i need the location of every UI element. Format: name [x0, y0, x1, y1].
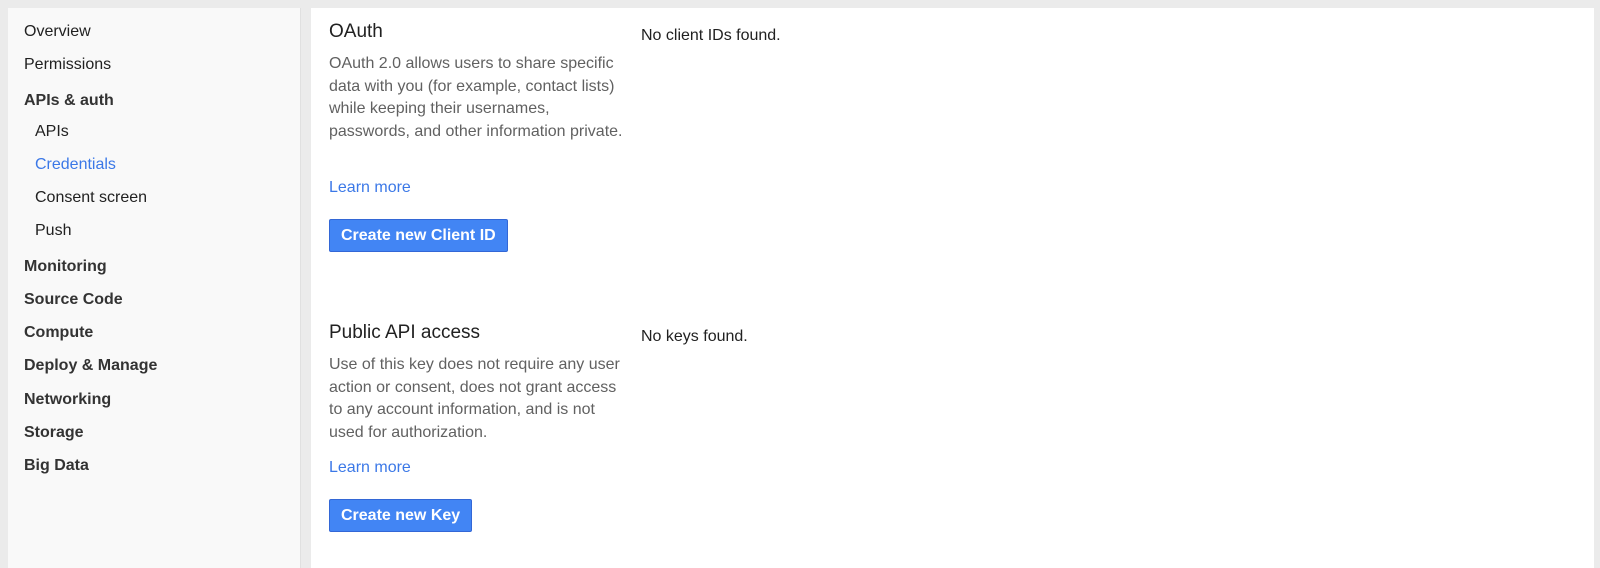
- oauth-title: OAuth: [329, 21, 383, 42]
- sidebar-item-permissions[interactable]: Permissions: [24, 55, 111, 75]
- sidebar-item-big-data[interactable]: Big Data: [24, 456, 89, 476]
- create-client-id-button[interactable]: Create new Client ID: [329, 219, 508, 252]
- credentials-panel: OAuth OAuth 2.0 allows users to share sp…: [311, 8, 1594, 568]
- sidebar-item-credentials[interactable]: Credentials: [35, 155, 116, 175]
- oauth-learn-more-link[interactable]: Learn more: [329, 178, 411, 198]
- sidebar-item-source-code[interactable]: Source Code: [24, 290, 123, 310]
- sidebar-item-monitoring[interactable]: Monitoring: [24, 257, 107, 277]
- sidebar-item-apis-auth[interactable]: APIs & auth: [24, 91, 114, 111]
- public-api-learn-more-link[interactable]: Learn more: [329, 458, 411, 478]
- public-api-empty-message: No keys found.: [641, 328, 748, 345]
- sidebar-item-networking[interactable]: Networking: [24, 390, 111, 410]
- sidebar-item-overview[interactable]: Overview: [24, 22, 91, 42]
- public-api-description: Use of this key does not require any use…: [329, 356, 620, 441]
- sidebar-item-compute[interactable]: Compute: [24, 323, 93, 343]
- sidebar-item-deploy-manage[interactable]: Deploy & Manage: [24, 356, 157, 376]
- sidebar-item-storage[interactable]: Storage: [24, 423, 84, 443]
- sidebar-item-apis[interactable]: APIs: [35, 122, 69, 142]
- sidebar-item-push[interactable]: Push: [35, 221, 71, 241]
- create-key-button[interactable]: Create new Key: [329, 499, 473, 532]
- sidebar-item-consent-screen[interactable]: Consent screen: [35, 188, 147, 208]
- public-api-title: Public API access: [329, 322, 481, 343]
- oauth-description: OAuth 2.0 allows users to share specific…: [329, 55, 623, 140]
- oauth-empty-message: No client IDs found.: [641, 27, 781, 44]
- sidebar-nav: Overview Permissions APIs & auth APIs Cr…: [8, 8, 301, 568]
